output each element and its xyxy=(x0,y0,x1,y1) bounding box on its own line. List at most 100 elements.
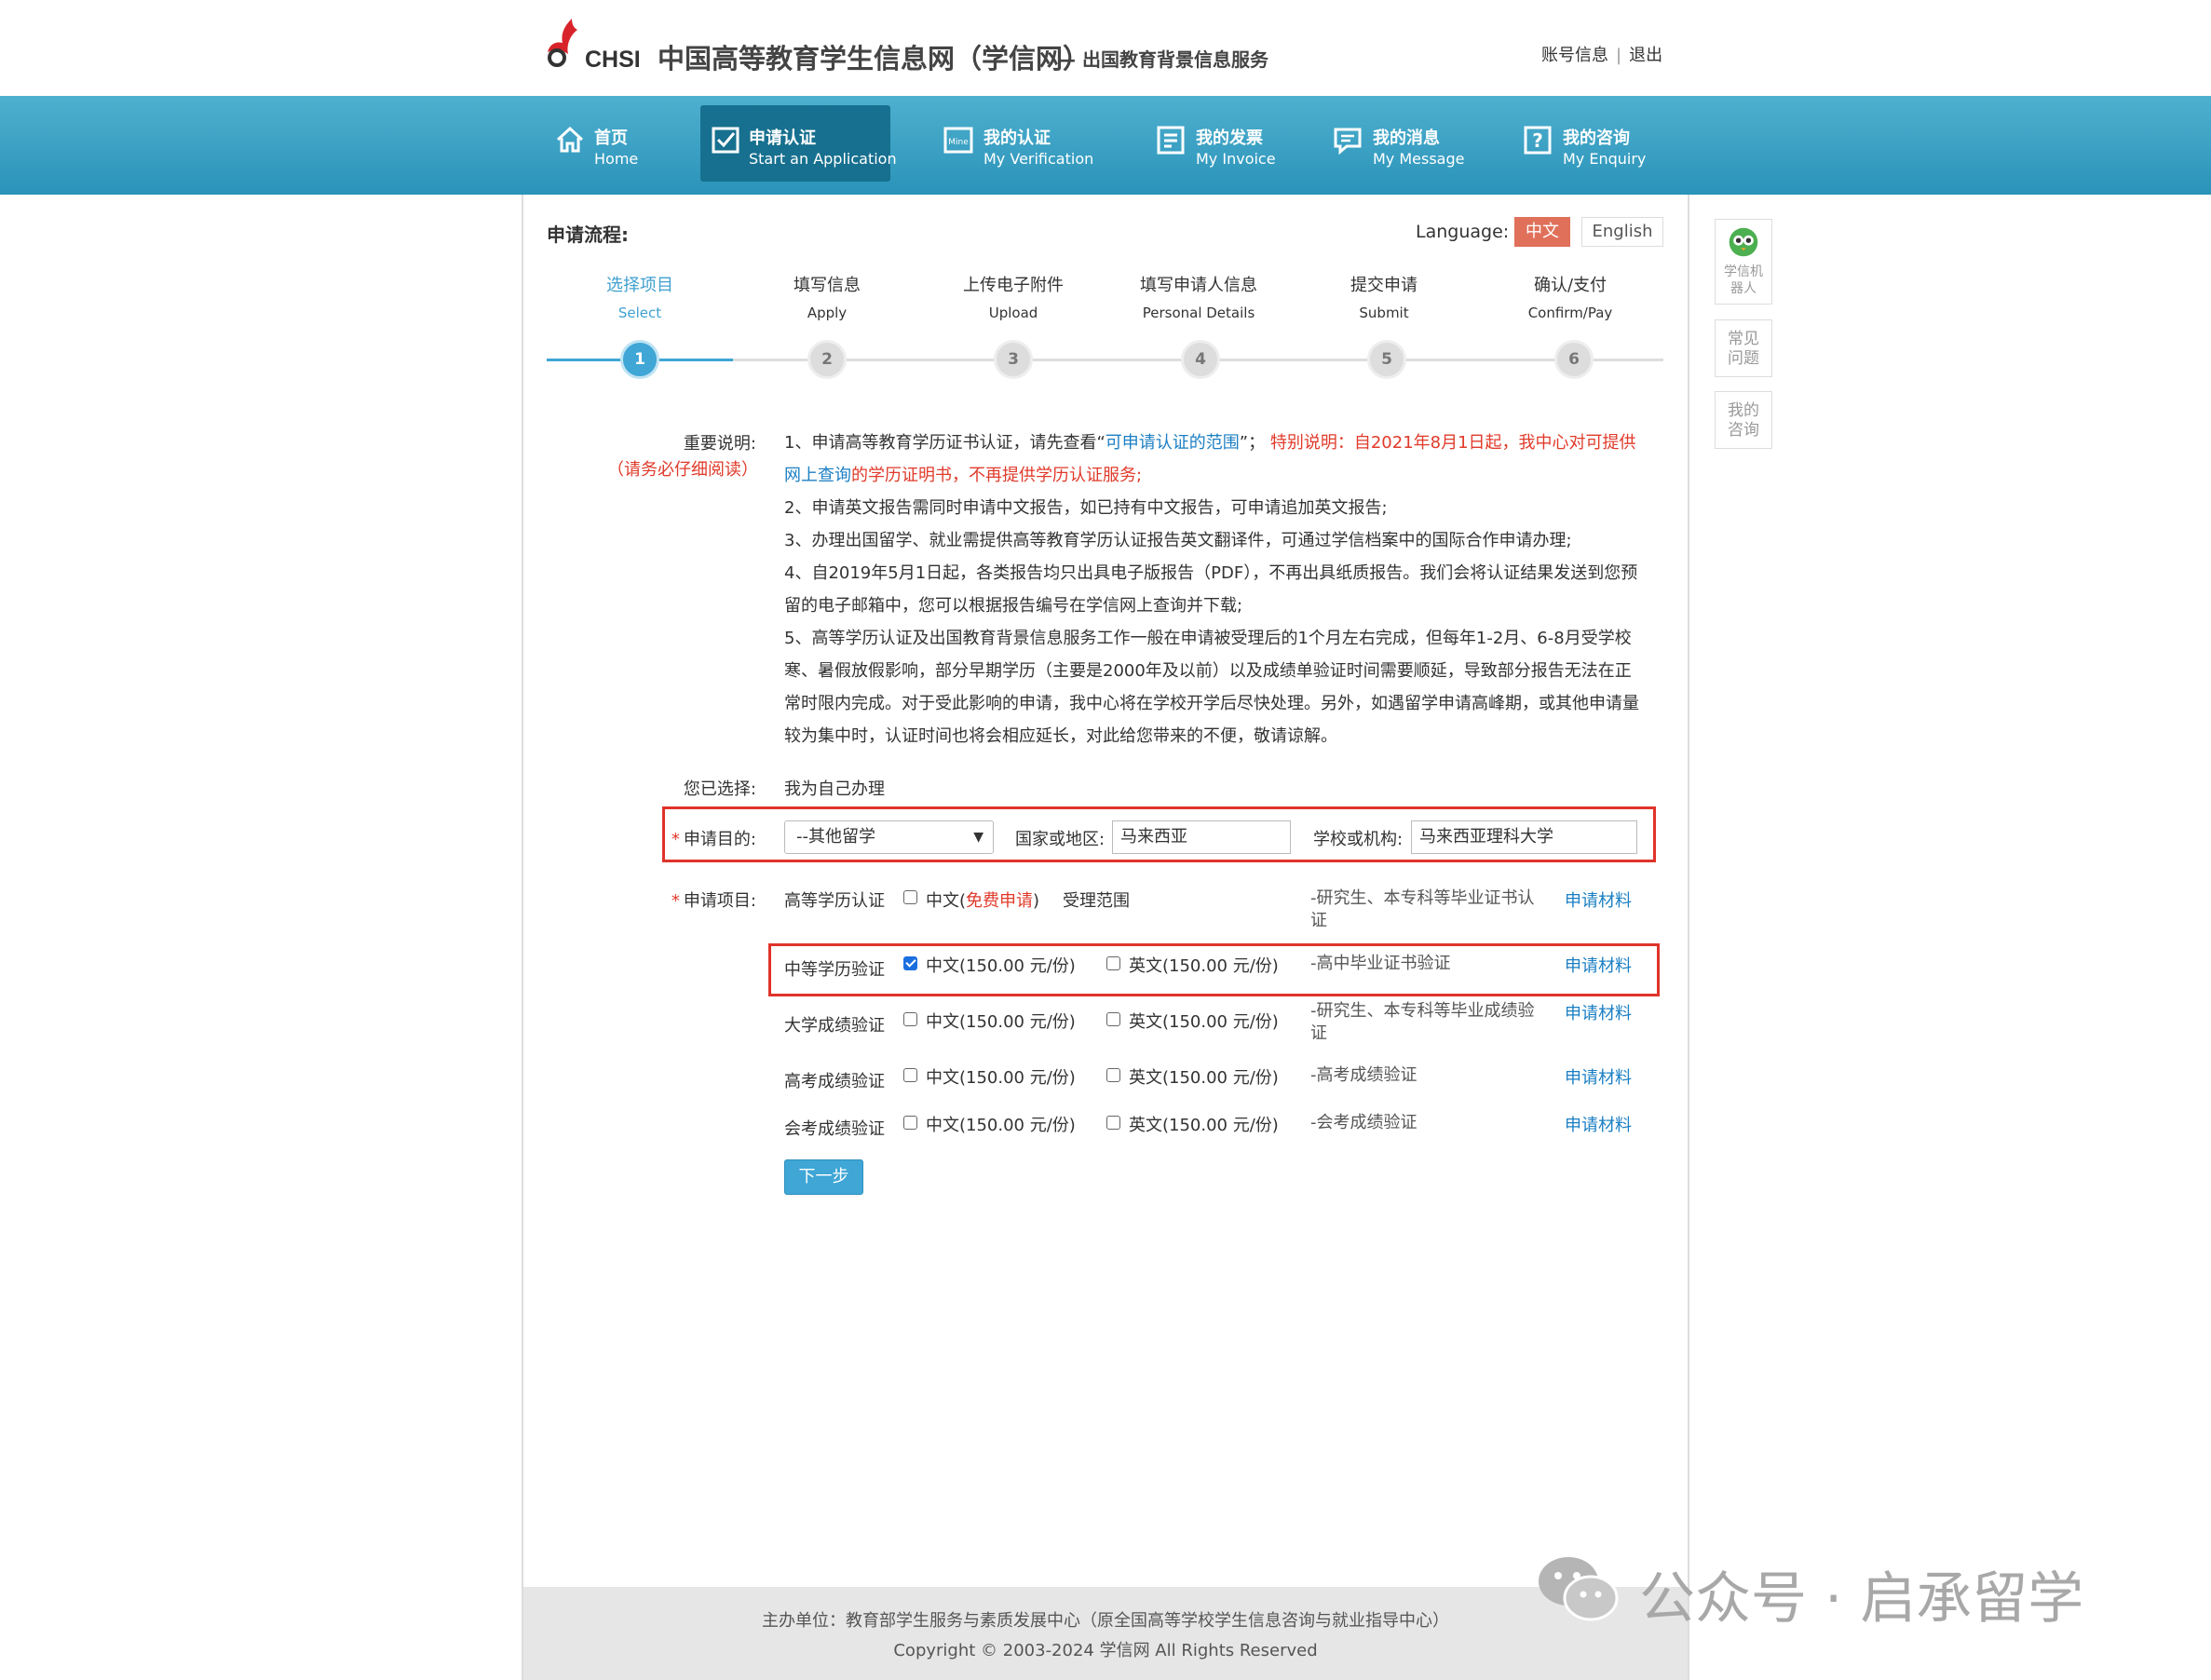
next-step-button[interactable]: 下一步 xyxy=(784,1159,863,1195)
item-en-checkbox[interactable] xyxy=(1106,1068,1120,1082)
step-sublabel: Upload xyxy=(988,305,1038,321)
item-cn-checkbox[interactable] xyxy=(903,1012,917,1026)
purpose-label: * 申请目的: xyxy=(671,830,756,849)
step-sublabel: Select xyxy=(617,305,662,321)
site-subtitle: — 出国教育背景信息服务 xyxy=(1057,48,1268,71)
side-robot-button[interactable]: 学信机器人 xyxy=(1715,219,1772,305)
process-title: 申请流程: xyxy=(547,224,629,246)
step-sublabel: Submit xyxy=(1359,305,1409,321)
enquiry-icon: ? xyxy=(1524,126,1552,155)
selected-value: 我为自己办理 xyxy=(784,779,885,799)
notice-item-2: 2、申请英文报告需同时申请中文报告，如已持有中文报告，可申请追加英文报告; xyxy=(784,498,1388,518)
step-number-5: 5 xyxy=(1367,340,1406,379)
country-label: 国家或地区: xyxy=(1015,830,1106,849)
step-sublabel: Apply xyxy=(807,305,848,321)
item-en-checkbox[interactable] xyxy=(1106,1116,1120,1130)
step-label: 确认/支付 xyxy=(1533,276,1607,295)
home-icon xyxy=(556,126,584,153)
nav-item-start-application[interactable]: 申请认证 Start an Application xyxy=(700,105,897,182)
message-icon xyxy=(1334,128,1362,156)
item-en-label: 英文(150.00 元/份) xyxy=(1129,956,1279,976)
item-description: -会考成绩验证 xyxy=(1310,1113,1417,1132)
materials-link[interactable]: 申请材料 xyxy=(1565,953,1632,977)
selected-label: 您已选择: xyxy=(683,779,756,799)
language-chinese-button[interactable]: 中文 xyxy=(1514,217,1570,247)
step-label: 填写申请人信息 xyxy=(1140,276,1257,295)
step-number-3: 3 xyxy=(994,340,1033,379)
item-en-checkbox[interactable] xyxy=(1106,956,1120,970)
nav-sublabel: My Invoice xyxy=(1196,150,1276,168)
owl-robot-icon xyxy=(1729,227,1758,257)
language-english-button[interactable]: English xyxy=(1581,217,1663,247)
item-cn-checkbox[interactable] xyxy=(903,1116,917,1130)
logo-text[interactable]: CHSI xyxy=(585,47,641,74)
item-cn-label: 中文(150.00 元/份) xyxy=(926,1012,1076,1032)
container-border-right xyxy=(1688,195,1689,1680)
nav-item-my-verification[interactable]: Mine 我的认证 My Verification xyxy=(941,105,1108,182)
item-description: -高中毕业证书验证 xyxy=(1310,954,1451,973)
chevron-down-icon: ▼ xyxy=(973,830,983,845)
scope-link[interactable]: 可申请认证的范围 xyxy=(1106,433,1240,453)
footer-copyright: Copyright © 2003-2024 学信网 All Rights Res… xyxy=(893,1641,1318,1660)
side-faq-label: 常见问题 xyxy=(1728,330,1759,368)
item-cn-label: 中文(免费申请) xyxy=(926,891,1040,911)
nav-sublabel: Start an Application xyxy=(749,150,897,168)
item-name: 高考成绩验证 xyxy=(784,1072,885,1091)
item-name: 大学成绩验证 xyxy=(784,1016,885,1036)
nav-sublabel: My Verification xyxy=(983,150,1094,168)
item-description: -研究生、本专科等毕业证书认证 xyxy=(1310,888,1535,930)
side-robot-label: 学信机器人 xyxy=(1724,264,1763,296)
nav-item-home[interactable]: 首页 Home xyxy=(549,105,661,182)
nav-item-my-invoice[interactable]: 我的发票 My Invoice xyxy=(1153,105,1293,182)
notice-label: 重要说明: xyxy=(683,434,756,454)
svg-text:?: ? xyxy=(1532,129,1543,152)
items-label: * 申请项目: xyxy=(671,891,756,911)
item-name: 会考成绩验证 xyxy=(784,1119,885,1139)
step-number-4: 4 xyxy=(1181,340,1220,379)
item-cn-checkbox[interactable] xyxy=(903,956,917,970)
country-input[interactable]: 马来西亚 xyxy=(1112,820,1291,854)
notice-item-5: 5、高等学历认证及出国教育背景信息服务工作一般在申请被受理后的1个月左右完成，但… xyxy=(784,629,1639,746)
step-label: 提交申请 xyxy=(1350,276,1417,295)
step-sublabel: Personal Details xyxy=(1142,305,1255,321)
item-en-checkbox[interactable] xyxy=(1106,1012,1120,1026)
logout-link[interactable]: 退出 xyxy=(1629,46,1662,65)
language-label: Language: xyxy=(1416,222,1510,242)
item-cn-label: 中文(150.00 元/份) xyxy=(926,1116,1076,1135)
step-number-6: 6 xyxy=(1554,340,1594,379)
materials-link[interactable]: 申请材料 xyxy=(1565,1064,1632,1089)
side-enquiry-label: 我的咨询 xyxy=(1728,401,1759,440)
nav-sublabel: Home xyxy=(594,150,639,168)
chsi-logo-icon[interactable] xyxy=(544,17,590,67)
nav-sublabel: My Enquiry xyxy=(1563,150,1647,168)
notice-item-4: 4、自2019年5月1日起，各类报告均只出具电子版报告（PDF），不再出具纸质报… xyxy=(784,563,1638,616)
materials-link[interactable]: 申请材料 xyxy=(1565,1112,1632,1136)
online-query-link[interactable]: 网上查询 xyxy=(784,466,851,485)
footer-sponsor: 主办单位：教育部学生服务与素质发展中心（原全国高等学校学生信息咨询与就业指导中心… xyxy=(762,1611,1449,1631)
nav-label: 我的认证 xyxy=(983,129,1051,148)
item-en-label: 英文(150.00 元/份) xyxy=(1129,1116,1279,1135)
account-info-link[interactable]: 账号信息 xyxy=(1541,46,1608,65)
materials-link[interactable]: 申请材料 xyxy=(1565,887,1632,912)
main-nav: 首页 Home 申请认证 Start an Application Mine 我… xyxy=(0,96,2211,195)
nav-label: 我的消息 xyxy=(1373,129,1440,148)
item-cn-checkbox[interactable] xyxy=(903,1068,917,1082)
scope-link[interactable]: 受理范围 xyxy=(1063,887,1130,912)
side-faq-button[interactable]: 常见问题 xyxy=(1715,319,1772,377)
account-links: 账号信息 | 退出 xyxy=(1541,42,1662,66)
item-description: -研究生、本专科等毕业成绩验证 xyxy=(1310,1001,1535,1043)
school-input[interactable]: 马来西亚理科大学 xyxy=(1411,820,1637,854)
step-label: 上传电子附件 xyxy=(963,276,1064,295)
purpose-select[interactable]: --其他留学 ▼ xyxy=(784,820,994,854)
item-name: 中等学历验证 xyxy=(784,960,885,980)
nav-sublabel: My Message xyxy=(1373,150,1465,168)
container-border-left xyxy=(522,195,523,1680)
important-notice: 1、申请高等教育学历证书认证，请先查看“可申请认证的范围”； 特别说明：自202… xyxy=(784,427,1641,752)
side-enquiry-button[interactable]: 我的咨询 xyxy=(1715,391,1772,449)
nav-item-my-message[interactable]: 我的消息 My Message xyxy=(1330,105,1488,182)
item-cn-checkbox[interactable] xyxy=(903,890,917,904)
mine-icon: Mine xyxy=(943,127,973,154)
item-name: 高等学历认证 xyxy=(784,891,885,911)
materials-link[interactable]: 申请材料 xyxy=(1565,1000,1632,1024)
nav-item-my-enquiry[interactable]: ? 我的咨询 My Enquiry xyxy=(1520,105,1660,182)
